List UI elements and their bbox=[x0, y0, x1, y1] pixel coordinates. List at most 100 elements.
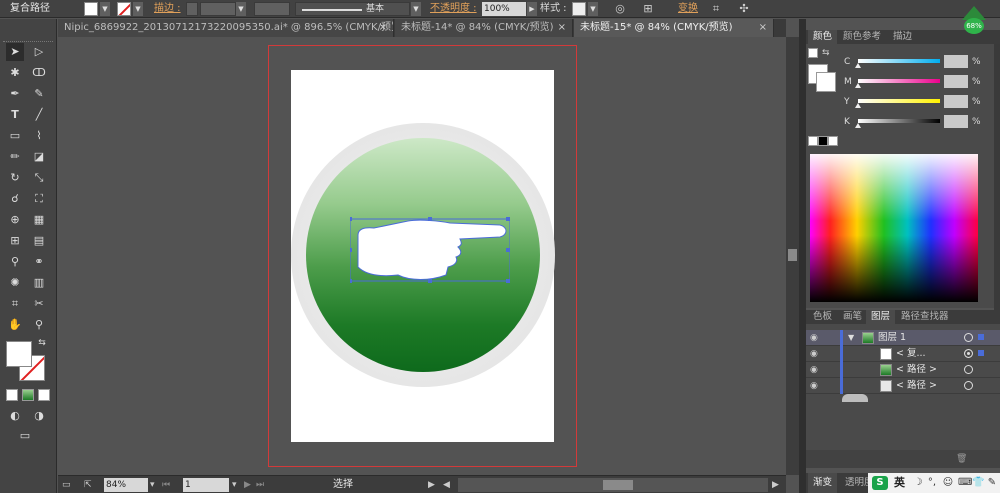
fill-swatch[interactable] bbox=[84, 2, 98, 16]
zoom-tool-icon[interactable]: ⚲ bbox=[30, 316, 48, 334]
moon-icon[interactable]: ☽ bbox=[912, 476, 924, 490]
scroll-right-icon[interactable]: ▶ bbox=[772, 478, 779, 492]
stroke-link[interactable]: 描边 : bbox=[154, 0, 181, 18]
scrollbar-thumb[interactable] bbox=[788, 249, 797, 261]
tab-pathfinder[interactable]: 路径查找器 bbox=[896, 310, 954, 324]
warp-tool-icon[interactable]: ☌ bbox=[6, 190, 24, 208]
slider-value-field[interactable] bbox=[944, 75, 968, 88]
slider-knob[interactable] bbox=[855, 103, 861, 108]
white-swatch[interactable] bbox=[828, 136, 838, 146]
artboard-tool-icon[interactable]: ⌗ bbox=[6, 295, 24, 313]
share-icon[interactable]: ⇱ bbox=[84, 478, 98, 492]
shape-builder-tool-icon[interactable]: ⊕ bbox=[6, 211, 24, 229]
swap-fill-stroke-icon[interactable]: ⇆ bbox=[36, 337, 48, 349]
slider-value-field[interactable] bbox=[944, 95, 968, 108]
tab-color-guide[interactable]: 颜色参考 bbox=[838, 30, 886, 44]
curvature-tool-icon[interactable]: ✎ bbox=[30, 85, 48, 103]
eye-icon[interactable]: ◉ bbox=[810, 364, 822, 376]
free-transform-tool-icon[interactable]: ⛶ bbox=[30, 190, 48, 208]
stroke-dropdown-icon[interactable]: ▼ bbox=[133, 2, 143, 16]
stroke-weight-field[interactable] bbox=[200, 2, 236, 16]
selection-indicator[interactable] bbox=[978, 334, 984, 340]
expand-layer-icon[interactable]: ▼ bbox=[848, 330, 854, 346]
close-icon[interactable]: × bbox=[558, 19, 566, 37]
first-artboard-icon[interactable]: ⏮ bbox=[162, 478, 170, 492]
slider-black[interactable]: K % bbox=[806, 115, 1000, 130]
next-artboard-icon[interactable]: ▶ bbox=[244, 478, 251, 492]
badge-outer-ring[interactable] bbox=[291, 123, 555, 387]
zoom-dropdown-icon[interactable]: ▾ bbox=[150, 478, 155, 492]
fill-dropdown-icon[interactable]: ▼ bbox=[100, 2, 110, 16]
brush-definition-field[interactable]: 基本 bbox=[295, 2, 410, 16]
pen-tool-icon[interactable]: ✒ bbox=[6, 85, 24, 103]
badge-green-disc[interactable] bbox=[306, 138, 540, 372]
canvas[interactable] bbox=[58, 37, 786, 475]
stroke-weight-dropdown-icon[interactable]: ▼ bbox=[236, 2, 246, 16]
style-dropdown-icon[interactable]: ▼ bbox=[588, 2, 598, 16]
pointing-hand-icon[interactable] bbox=[350, 215, 510, 287]
tab-brushes[interactable]: 画笔 bbox=[838, 310, 867, 324]
slider-track[interactable] bbox=[858, 79, 940, 83]
gradient-tool-icon[interactable]: ▤ bbox=[30, 232, 48, 250]
slider-value-field[interactable] bbox=[944, 55, 968, 68]
ime-logo[interactable]: S bbox=[872, 476, 888, 490]
opacity-dropdown-icon[interactable]: ▶ bbox=[527, 2, 537, 16]
target-icon[interactable] bbox=[964, 349, 973, 358]
tab-stroke[interactable]: 描边 bbox=[888, 30, 917, 44]
layer-name[interactable]: 图层 1 bbox=[878, 330, 906, 346]
recolor-artwork-icon[interactable]: ◎ bbox=[612, 1, 628, 17]
tab-color[interactable]: 颜色 bbox=[808, 30, 838, 44]
zoom-field[interactable]: 84% bbox=[104, 478, 148, 492]
layer-name[interactable]: < 复... bbox=[896, 346, 926, 362]
paintbrush-tool-icon[interactable]: ⌇ bbox=[30, 127, 48, 145]
tab-gradient[interactable]: 渐变 bbox=[808, 473, 838, 493]
color-spectrum[interactable] bbox=[810, 154, 978, 302]
rectangle-tool-icon[interactable]: ▭ bbox=[6, 127, 24, 145]
emoji-icon[interactable]: ☺ bbox=[942, 476, 954, 490]
slider-value-field[interactable] bbox=[944, 115, 968, 128]
keyboard-icon[interactable]: ⌨ bbox=[958, 476, 972, 490]
artboard-nav-icon[interactable]: ▭ bbox=[62, 478, 76, 492]
fill-color-box[interactable] bbox=[6, 341, 32, 367]
slider-track[interactable] bbox=[858, 59, 940, 63]
transform-link[interactable]: 变换 bbox=[678, 0, 698, 18]
punctuation-icon[interactable]: °, bbox=[926, 476, 938, 490]
scrollbar-thumb[interactable] bbox=[603, 480, 633, 490]
selection-indicator[interactable] bbox=[978, 350, 984, 356]
hand-tool-icon[interactable]: ✋ bbox=[6, 316, 24, 334]
vertical-scrollbar[interactable] bbox=[786, 37, 799, 475]
align-icon[interactable]: ⊞ bbox=[640, 1, 656, 17]
selection-tool-icon[interactable]: ➤ bbox=[6, 43, 24, 61]
draw-mode-icon[interactable]: ◐ bbox=[6, 407, 24, 425]
lasso-tool-icon[interactable]: ↀ bbox=[30, 64, 48, 82]
slider-magenta[interactable]: M % bbox=[806, 75, 1000, 90]
brush-dropdown-icon[interactable]: ▼ bbox=[411, 2, 421, 16]
close-icon[interactable]: × bbox=[759, 19, 767, 37]
stroke-weight-stepper[interactable] bbox=[186, 2, 198, 16]
eraser-tool-icon[interactable]: ◪ bbox=[30, 148, 48, 166]
layer-row[interactable]: ◉ < 路径 > bbox=[806, 378, 1000, 394]
performance-monitor[interactable]: 68% bbox=[958, 6, 990, 36]
ime-language[interactable]: 英 bbox=[894, 473, 905, 493]
variable-width-field[interactable] bbox=[254, 2, 290, 16]
layer-row[interactable]: ◉ < 路径 > bbox=[806, 362, 1000, 378]
opacity-link[interactable]: 不透明度 : bbox=[430, 0, 477, 18]
magic-wand-tool-icon[interactable]: ✱ bbox=[6, 64, 24, 82]
artboard[interactable] bbox=[291, 70, 555, 442]
close-icon[interactable]: × bbox=[379, 19, 387, 37]
none-mode-icon[interactable] bbox=[38, 389, 50, 401]
blend-tool-icon[interactable]: ⚭ bbox=[30, 253, 48, 271]
slider-knob[interactable] bbox=[855, 63, 861, 68]
color-mode-icon[interactable] bbox=[6, 389, 18, 401]
column-graph-tool-icon[interactable]: ▥ bbox=[30, 274, 48, 292]
eye-icon[interactable]: ◉ bbox=[810, 380, 822, 392]
eye-icon[interactable]: ◉ bbox=[810, 332, 822, 344]
artboard-number-field[interactable]: 1 bbox=[183, 478, 229, 492]
target-icon[interactable] bbox=[964, 333, 973, 342]
perspective-grid-tool-icon[interactable]: ▦ bbox=[30, 211, 48, 229]
pencil-tool-icon[interactable]: ✏ bbox=[6, 148, 24, 166]
artboard-dropdown-icon[interactable]: ▾ bbox=[232, 478, 237, 492]
isolate-icon[interactable]: ⌗ bbox=[708, 1, 724, 17]
rotate-tool-icon[interactable]: ↻ bbox=[6, 169, 24, 187]
slice-tool-icon[interactable]: ✂ bbox=[30, 295, 48, 313]
